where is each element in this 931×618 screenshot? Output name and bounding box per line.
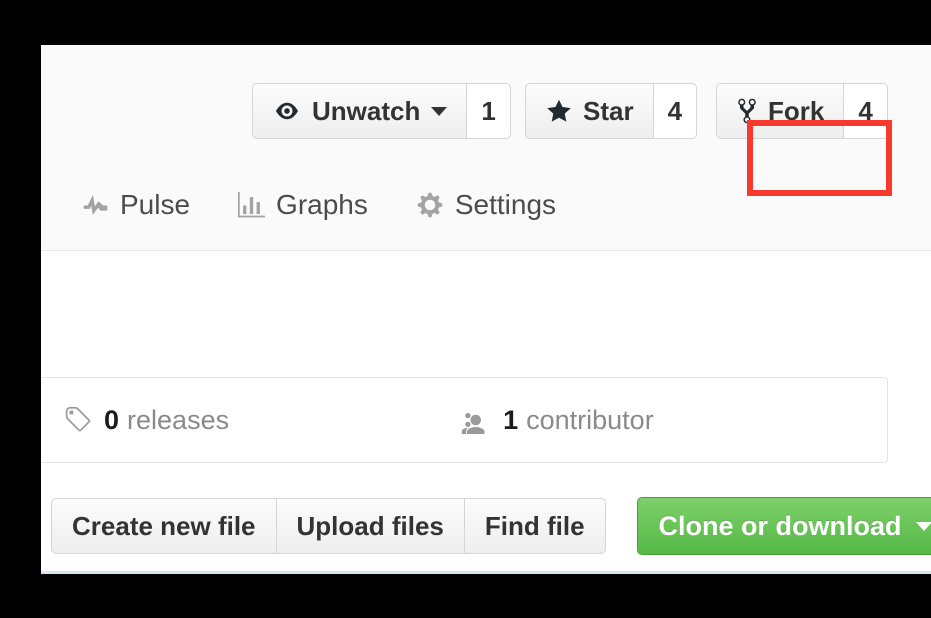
screenshot-viewport: Unwatch 1 Star 4 Fork 4 Pulse Graphs Set… (0, 0, 931, 618)
releases-label: releases (127, 404, 230, 435)
releases-summary[interactable]: 0 releases (62, 405, 229, 436)
repository-action-buttons: Unwatch 1 Star 4 Fork 4 (41, 83, 931, 139)
page-bottom-rule (41, 571, 931, 574)
file-action-toolbar: Create new file Upload files Find file C… (41, 497, 931, 555)
tab-settings[interactable]: Settings (416, 189, 556, 221)
star-button-group: Star 4 (525, 83, 698, 139)
file-button-group: Create new file Upload files Find file (51, 498, 606, 554)
unwatch-button-label: Unwatch (312, 95, 421, 126)
fork-button-group: Fork 4 (716, 83, 888, 139)
watch-button-group: Unwatch 1 (252, 83, 511, 139)
gear-icon (416, 191, 444, 219)
star-icon (545, 98, 573, 125)
watcher-count[interactable]: 1 (467, 83, 511, 139)
graph-icon (238, 191, 266, 219)
repository-header: Unwatch 1 Star 4 Fork 4 Pulse Graphs Set… (41, 45, 931, 251)
contributors-count: 1 (503, 404, 519, 435)
contributors-summary[interactable]: 1 contributor (457, 405, 654, 436)
upload-files-button[interactable]: Upload files (275, 498, 464, 554)
tag-icon (62, 405, 92, 435)
repository-nav-tabs: Pulse Graphs Settings (82, 189, 604, 221)
contributors-label: contributor (526, 404, 654, 435)
unwatch-button[interactable]: Unwatch (252, 83, 468, 139)
clone-or-download-button[interactable]: Clone or download (636, 497, 931, 555)
pulse-icon (82, 192, 109, 219)
repo-forked-icon (736, 97, 758, 125)
repository-overview-box: 0 releases 1 contributor (41, 377, 888, 463)
star-count[interactable]: 4 (653, 83, 698, 139)
repository-content-blank-area (41, 251, 931, 377)
releases-count: 0 (104, 404, 120, 435)
fork-count[interactable]: 4 (844, 83, 888, 139)
fork-button-label: Fork (768, 95, 825, 126)
create-new-file-button[interactable]: Create new file (51, 498, 276, 554)
chevron-down-icon (431, 106, 448, 116)
fork-button[interactable]: Fork (716, 83, 845, 139)
tab-graphs[interactable]: Graphs (238, 189, 368, 221)
tab-graphs-label: Graphs (276, 189, 368, 220)
star-button[interactable]: Star (525, 83, 654, 139)
find-file-button[interactable]: Find file (463, 498, 606, 554)
eye-icon (272, 100, 302, 122)
star-button-label: Star (583, 95, 634, 126)
clone-or-download-label: Clone or download (658, 510, 902, 541)
repository-page-card: Unwatch 1 Star 4 Fork 4 Pulse Graphs Set… (41, 45, 931, 573)
tab-settings-label: Settings (454, 189, 557, 220)
tab-pulse[interactable]: Pulse (82, 189, 190, 221)
chevron-down-icon (915, 521, 931, 531)
tab-pulse-label: Pulse (120, 189, 191, 220)
people-icon (457, 406, 491, 434)
